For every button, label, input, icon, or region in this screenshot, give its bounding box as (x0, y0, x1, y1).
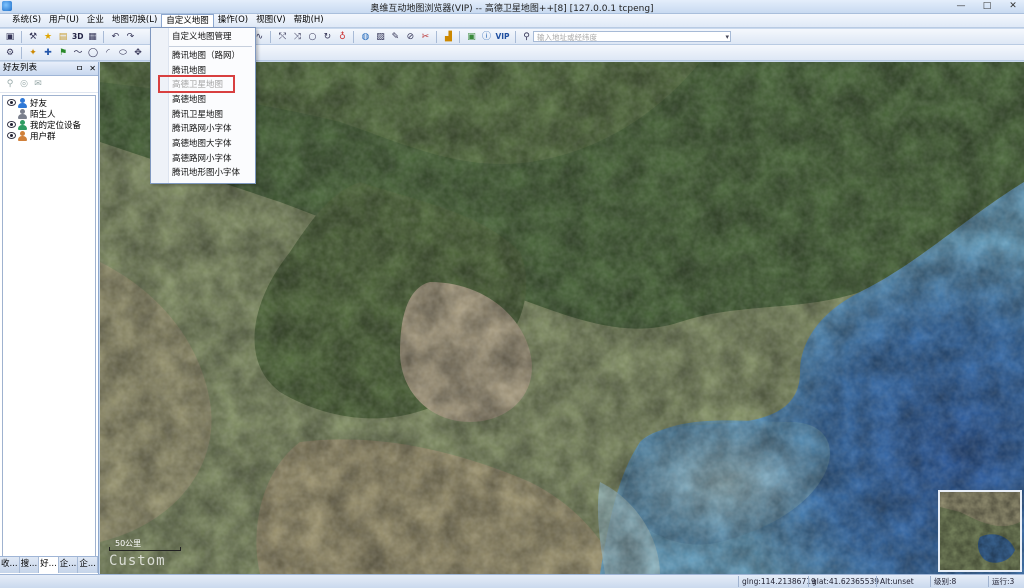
chat-icon[interactable]: ▣ (465, 31, 477, 43)
status-running: 运行:3 (992, 577, 1015, 586)
group-icon (18, 130, 27, 141)
pin-panel-icon[interactable]: ㅁ (76, 62, 83, 75)
chart-icon[interactable]: ▟ (442, 31, 454, 43)
status-bar: glng:114.21386719 glat:41.62365539 Alt:u… (0, 574, 1024, 588)
close-panel-icon[interactable]: ✕ (89, 62, 96, 75)
panel-header: 好友列表 ㅁ ✕ (0, 62, 98, 76)
info-icon[interactable]: ⓘ (480, 31, 492, 43)
menu-bar: 系统(S) 用户(U) 企业 地图切换(L) 自定义地图 操作(O) 视图(V)… (0, 14, 1024, 28)
chevron-down-icon[interactable]: ▾ (725, 32, 729, 43)
tree-item-devices[interactable]: 我的定位设备 (7, 119, 81, 131)
tree-item-groups[interactable]: 用户群 (7, 130, 56, 142)
ellipse-icon[interactable]: ⬭ (117, 47, 129, 59)
status-longitude: glng:114.21386719 (742, 577, 816, 586)
menu-item-custom-map-manager[interactable]: 自定义地图管理 (151, 30, 255, 44)
eye-icon[interactable] (7, 132, 16, 139)
title-bar: 奥维互动地图浏览器(VIP) -- 高德卫星地图++[8] [127.0.0.1… (0, 0, 1024, 14)
user-icon (18, 97, 27, 108)
marker-icon[interactable]: ✦ (27, 47, 39, 59)
tab-friends[interactable]: 好... (39, 557, 59, 573)
circle-icon[interactable]: ○ (306, 31, 318, 43)
menu-item-tencent-satellite[interactable]: 腾讯卫星地图 (151, 108, 255, 122)
search-icon[interactable]: ⚲ (521, 31, 533, 43)
mail-icon[interactable]: ✉ (33, 79, 43, 89)
polyline-icon[interactable]: 〜 (72, 47, 84, 59)
menu-system[interactable]: 系统(S) (8, 14, 45, 27)
link-icon[interactable]: ⊘ (404, 31, 416, 43)
refresh-icon[interactable]: ↻ (321, 31, 333, 43)
panel-title: 好友列表 (3, 63, 38, 73)
maximize-button[interactable]: □ (980, 0, 994, 13)
eye-icon[interactable] (7, 121, 16, 128)
minimap-imagery (940, 492, 1020, 570)
image-icon[interactable]: ▨ (374, 31, 386, 43)
star-icon[interactable]: ★ (42, 31, 54, 43)
circle-draw-icon[interactable]: ◯ (87, 47, 99, 59)
tree-item-friends[interactable]: 好友 (7, 97, 47, 109)
user-icon (18, 108, 27, 119)
window-title: 奥维互动地图浏览器(VIP) -- 高德卫星地图++[8] [127.0.0.1… (370, 4, 654, 14)
device-icon (18, 119, 27, 130)
status-latitude: glat:41.62365539 (812, 577, 880, 586)
status-altitude: Alt:unset (880, 577, 914, 586)
pen-icon[interactable]: ✎ (389, 31, 401, 43)
tree-item-strangers[interactable]: 陌生人 (18, 108, 56, 120)
status-zoom-level: 级别:8 (934, 577, 957, 586)
menu-view[interactable]: 视图(V) (252, 14, 289, 27)
eye-icon[interactable] (7, 99, 16, 106)
menu-map-switch[interactable]: 地图切换(L) (108, 14, 161, 27)
globe-icon[interactable]: ◍ (359, 31, 371, 43)
vip-button[interactable]: VIP (495, 32, 509, 41)
undo-icon[interactable]: ↶ (109, 31, 121, 43)
panel-tabs: 收... 搜... 好... 企... 企... (0, 556, 98, 573)
pan-icon[interactable]: ✥ (132, 47, 144, 59)
menu-help[interactable]: 帮助(H) (290, 14, 328, 27)
menu-item-gaode-road-small[interactable]: 高德路网小字体 (151, 152, 255, 166)
custom-watermark: Custom (109, 553, 166, 569)
tab-enterprise-1[interactable]: 企... (59, 557, 79, 573)
flag-icon[interactable]: ⚑ (57, 47, 69, 59)
menu-item-tencent-road[interactable]: 腾讯地图（路网） (151, 49, 255, 63)
split-icon[interactable]: ⤲ (276, 31, 288, 43)
tab-enterprise-2[interactable]: 企... (78, 557, 98, 573)
close-button[interactable]: ✕ (1006, 0, 1020, 13)
pin-icon[interactable]: ✚ (42, 47, 54, 59)
menu-custom-map[interactable]: 自定义地图 (161, 14, 214, 27)
menu-enterprise[interactable]: 企业 (83, 14, 108, 27)
panel-toolbar: ⚲ ◎ ✉ (0, 76, 98, 93)
selection-highlight (158, 75, 235, 93)
scissors-icon[interactable]: ✂ (419, 31, 431, 43)
tab-favorites[interactable]: 收... (0, 557, 20, 573)
arc-icon[interactable]: ◜ (102, 47, 114, 59)
folder-icon[interactable]: ▤ (57, 31, 69, 43)
drop-icon[interactable]: ♁ (336, 31, 348, 43)
address-input[interactable]: 输入地址或经纬度 ▾ (533, 31, 731, 42)
tab-search[interactable]: 搜... (20, 557, 40, 573)
menu-item-tencent-road-small[interactable]: 腾讯路网小字体 (151, 122, 255, 136)
redo-icon[interactable]: ↷ (124, 31, 136, 43)
grid-icon[interactable]: ▦ (86, 31, 98, 43)
overview-minimap[interactable] (938, 490, 1022, 572)
merge-icon[interactable]: ⤨ (291, 31, 303, 43)
scale-bar: 50公里 (109, 538, 181, 551)
menu-user[interactable]: 用户(U) (45, 14, 83, 27)
friend-tree: 好友 陌生人 我的定位设备 用户群 (2, 95, 96, 567)
custom-map-dropdown: 自定义地图管理 腾讯地图（路网） 腾讯地图 高德卫星地图 高德地图 腾讯卫星地图… (150, 27, 256, 184)
gear-icon[interactable]: ⚙ (4, 47, 16, 59)
menu-item-tencent-terrain-small[interactable]: 腾讯地形图小字体 (151, 166, 255, 180)
menu-item-gaode-map[interactable]: 高德地图 (151, 93, 255, 107)
menu-operation[interactable]: 操作(O) (214, 14, 252, 27)
menu-item-gaode-large-font[interactable]: 高德地图大字体 (151, 137, 255, 151)
friends-panel: 好友列表 ㅁ ✕ ⚲ ◎ ✉ 好友 陌生人 我的定位设备 用户群 收... 搜.… (0, 62, 99, 574)
3d-button[interactable]: 3D (72, 32, 83, 41)
save-icon[interactable]: ▣ (4, 31, 16, 43)
add-friend-icon[interactable]: ◎ (19, 79, 29, 89)
search-friend-icon[interactable]: ⚲ (5, 79, 15, 89)
tool-icon[interactable]: ⚒ (27, 31, 39, 43)
minimize-button[interactable]: — (954, 0, 968, 13)
